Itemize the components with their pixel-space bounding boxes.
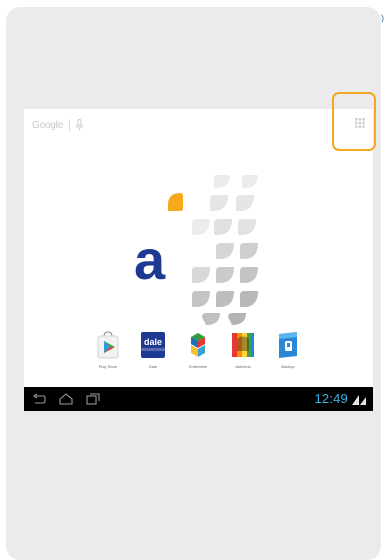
play-store-icon	[97, 331, 119, 359]
dock-app-entertainment[interactable]: Entertaine	[178, 331, 218, 383]
dock-app-label: Backup	[281, 364, 295, 369]
home-icon[interactable]	[59, 393, 73, 405]
recent-apps-icon[interactable]	[86, 393, 100, 405]
dock-app-label: Antivirus	[235, 364, 251, 369]
dock-app-backup[interactable]: Backup	[268, 331, 308, 383]
google-search-label: Google	[32, 119, 64, 131]
all-apps-highlight-box	[332, 92, 376, 151]
backup-app-icon	[279, 332, 297, 358]
system-navigation-bar: 12:49	[24, 387, 373, 411]
dale-app-icon: dale	[141, 332, 165, 358]
microphone-icon[interactable]	[75, 119, 84, 131]
dock-app-label: Entertaine	[188, 364, 208, 369]
svg-text:a: a	[134, 228, 166, 291]
signal-strength-icon	[352, 395, 366, 405]
search-divider	[69, 118, 71, 132]
dock-app-label: Play Store	[98, 364, 118, 369]
back-icon[interactable]	[32, 393, 46, 405]
edge-fragment: )	[381, 14, 384, 22]
google-search-bar[interactable]: Google	[32, 117, 84, 133]
status-clock: 12:49	[314, 391, 348, 406]
entertainment-app-icon	[191, 333, 205, 357]
dale-icon-text: dale	[144, 337, 162, 347]
antivirus-app-icon	[232, 333, 254, 357]
dock-app-antivirus[interactable]: Antivirus	[223, 331, 263, 383]
dock-app-label: Dale	[148, 364, 158, 369]
dock-app-play-store[interactable]: Play Store	[88, 331, 128, 383]
app-dock: Play Store dale Dale Entertaine Antiviru…	[88, 331, 308, 383]
brand-logo-wallpaper: a	[134, 175, 258, 325]
dock-app-dale[interactable]: dale Dale	[133, 331, 173, 383]
android-home-screen: Google a Play Store dale Dale Entertaine…	[24, 109, 373, 411]
